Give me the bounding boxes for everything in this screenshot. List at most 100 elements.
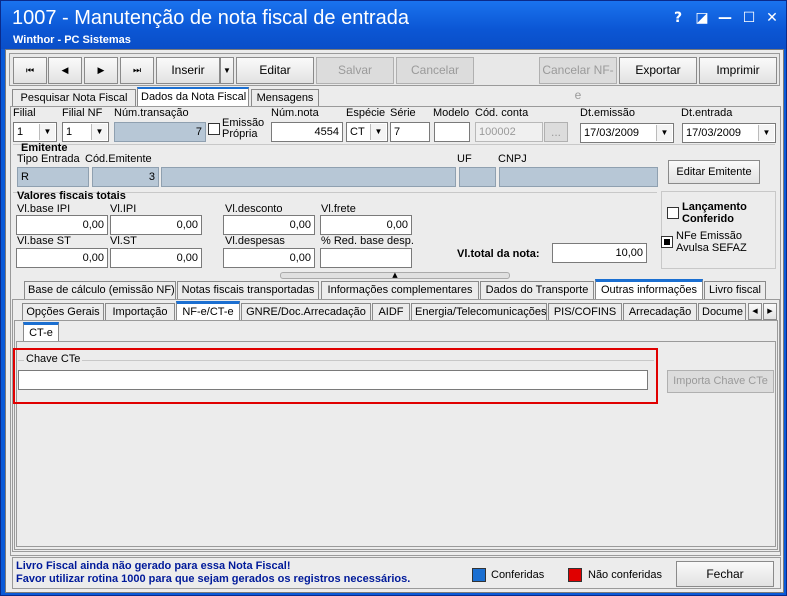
red-base-desp-label: % Red. base desp.: [321, 235, 414, 247]
imprimir-button[interactable]: Imprimir: [699, 57, 777, 84]
lancamento-conferido-label: Lançamento Conferido: [682, 201, 747, 225]
filial-select[interactable]: 1 ▼: [13, 122, 57, 142]
vl-desconto-field[interactable]: 0,00: [223, 215, 315, 235]
filial-label: Filial: [13, 107, 36, 119]
num-transacao-label: Núm.transação: [114, 107, 189, 119]
dt-entrada-label: Dt.entrada: [681, 107, 733, 119]
tab-dados-da-nota-fiscal[interactable]: Dados da Nota Fiscal: [137, 87, 249, 107]
chave-cte-field[interactable]: [18, 370, 648, 390]
help-button[interactable]: ?: [668, 9, 688, 27]
emissao-propria-checkbox[interactable]: [208, 123, 220, 135]
uf-label: UF: [457, 153, 472, 165]
cod-conta-field: 100002: [475, 122, 543, 142]
tab-livro-fiscal[interactable]: Livro fiscal: [704, 281, 766, 299]
title-bar: 1007 - Manutenção de nota fiscal de entr…: [1, 1, 786, 49]
window-title: 1007 - Manutenção de nota fiscal de entr…: [12, 7, 409, 29]
nfe-avulsa-label: NFe Emissão Avulsa SEFAZ: [676, 230, 747, 254]
vl-despesas-field[interactable]: 0,00: [223, 248, 315, 268]
chevron-up-icon: ▲: [392, 271, 398, 279]
chave-cte-label: Chave CTe: [24, 353, 83, 365]
calendar-dropdown-icon: ▼: [656, 125, 672, 141]
salvar-button[interactable]: Salvar: [316, 57, 394, 84]
tipo-entrada-field: R: [17, 167, 89, 187]
nfe-avulsa-checkbox[interactable]: [661, 236, 673, 248]
vl-st-field[interactable]: 0,00: [110, 248, 202, 268]
cod-emitente-label: Cód.Emitente: [85, 153, 152, 165]
last-record-button[interactable]: ⏭: [120, 57, 154, 84]
dt-entrada-field[interactable]: 17/03/2009 ▼: [682, 123, 776, 143]
chevron-down-icon: ▼: [91, 124, 107, 140]
valores-title: Valores fiscais totais: [17, 190, 126, 202]
calendar-dropdown-icon: ▼: [758, 125, 774, 141]
nao-conferidas-legend-label: Não conferidas: [588, 569, 662, 581]
filial-nf-select[interactable]: 1 ▼: [62, 122, 109, 142]
num-nota-field[interactable]: 4554: [271, 122, 343, 142]
next-record-button[interactable]: ▶: [84, 57, 118, 84]
vl-base-st-field[interactable]: 0,00: [16, 248, 108, 268]
filial-nf-label: Filial NF: [62, 107, 103, 119]
inserir-button[interactable]: Inserir: [156, 57, 220, 84]
tipo-entrada-label: Tipo Entrada: [17, 153, 80, 165]
cnpj-field: [499, 167, 658, 187]
tabs-scroll-right-icon[interactable]: ▶: [763, 303, 777, 320]
vl-ipi-field[interactable]: 0,00: [110, 215, 202, 235]
close-button[interactable]: ✕: [762, 9, 782, 27]
tabs-scroll-left-icon[interactable]: ◀: [748, 303, 762, 320]
cod-conta-label: Cód. conta: [475, 107, 529, 119]
restore-icon[interactable]: ◪: [692, 9, 712, 27]
tab-outras-informacoes[interactable]: Outras informações: [595, 279, 703, 299]
tab-energia-telecomunicacoes[interactable]: Energia/Telecomunicações: [411, 303, 547, 321]
tab-arrecadacao[interactable]: Arrecadação: [623, 303, 697, 321]
tab-notas-transportadas[interactable]: Notas fiscais transportadas: [177, 281, 319, 299]
serie-field[interactable]: 7: [390, 122, 430, 142]
especie-label: Espécie: [346, 107, 386, 119]
tab-opcoes-gerais[interactable]: Opções Gerais: [22, 303, 104, 321]
tab-aidf[interactable]: AIDF: [372, 303, 410, 321]
editar-emitente-button[interactable]: Editar Emitente: [668, 160, 760, 184]
tab-pis-cofins[interactable]: PIS/COFINS: [548, 303, 622, 321]
modelo-field[interactable]: [434, 122, 470, 142]
inserir-dropdown-icon[interactable]: ▼: [220, 57, 234, 84]
splitter-handle[interactable]: ▲: [280, 272, 510, 279]
fechar-button[interactable]: Fechar: [676, 561, 774, 587]
editar-button[interactable]: Editar: [236, 57, 314, 84]
lancamento-conferido-checkbox[interactable]: [667, 207, 679, 219]
vl-frete-field[interactable]: 0,00: [320, 215, 412, 235]
chevron-down-icon: ▼: [370, 124, 386, 140]
num-nota-label: Núm.nota: [271, 107, 319, 119]
tab-documentos[interactable]: Docume: [698, 303, 746, 321]
tab-importacao[interactable]: Importação: [105, 303, 175, 321]
vl-base-ipi-field[interactable]: 0,00: [16, 215, 108, 235]
cnpj-label: CNPJ: [498, 153, 527, 165]
dt-emissao-field[interactable]: 17/03/2009 ▼: [580, 123, 674, 143]
tab-cte[interactable]: CT-e: [23, 322, 59, 342]
tab-mensagens[interactable]: Mensagens: [251, 89, 319, 107]
conferidas-legend-label: Conferidas: [491, 569, 545, 581]
especie-select[interactable]: CT ▼: [346, 122, 388, 142]
num-transacao-field: 7: [114, 122, 206, 142]
tab-pesquisar-nota-fiscal[interactable]: Pesquisar Nota Fiscal: [12, 89, 136, 107]
red-base-desp-field[interactable]: [320, 248, 412, 268]
vl-st-label: Vl.ST: [110, 235, 137, 247]
tab-base-calculo[interactable]: Base de cálculo (emissão NF): [24, 281, 176, 299]
conferidas-legend-swatch: [472, 568, 486, 582]
application-window: 1007 - Manutenção de nota fiscal de entr…: [0, 0, 787, 596]
tab-informacoes-complementares[interactable]: Informações complementares: [321, 281, 479, 299]
tab-dados-transporte[interactable]: Dados do Transporte: [480, 281, 594, 299]
tab-nfe-cte[interactable]: NF-e/CT-e: [176, 301, 240, 321]
cod-conta-lookup-button[interactable]: ...: [544, 122, 568, 142]
exportar-button[interactable]: Exportar: [619, 57, 697, 84]
vl-despesas-label: Vl.despesas: [225, 235, 285, 247]
status-message-2: Favor utilizar rotina 1000 para que seja…: [16, 573, 411, 585]
first-record-button[interactable]: ⏮: [13, 57, 47, 84]
minimize-button[interactable]: —: [715, 9, 735, 27]
form-client-area: ⏮ ◀ ▶ ⏭ Inserir ▼ Editar Salvar Cancelar…: [5, 49, 784, 593]
cancelar-button[interactable]: Cancelar: [396, 57, 474, 84]
cancelar-nfe-button[interactable]: Cancelar NF-e: [539, 57, 617, 102]
importa-chave-cte-button[interactable]: Importa Chave CTe: [667, 370, 774, 393]
prev-record-button[interactable]: ◀: [48, 57, 82, 84]
emitente-name-field: [161, 167, 456, 187]
maximize-button[interactable]: ☐: [739, 9, 759, 27]
window-subtitle: Winthor - PC Sistemas: [13, 34, 131, 46]
tab-gnre[interactable]: GNRE/Doc.Arrecadação: [241, 303, 371, 321]
